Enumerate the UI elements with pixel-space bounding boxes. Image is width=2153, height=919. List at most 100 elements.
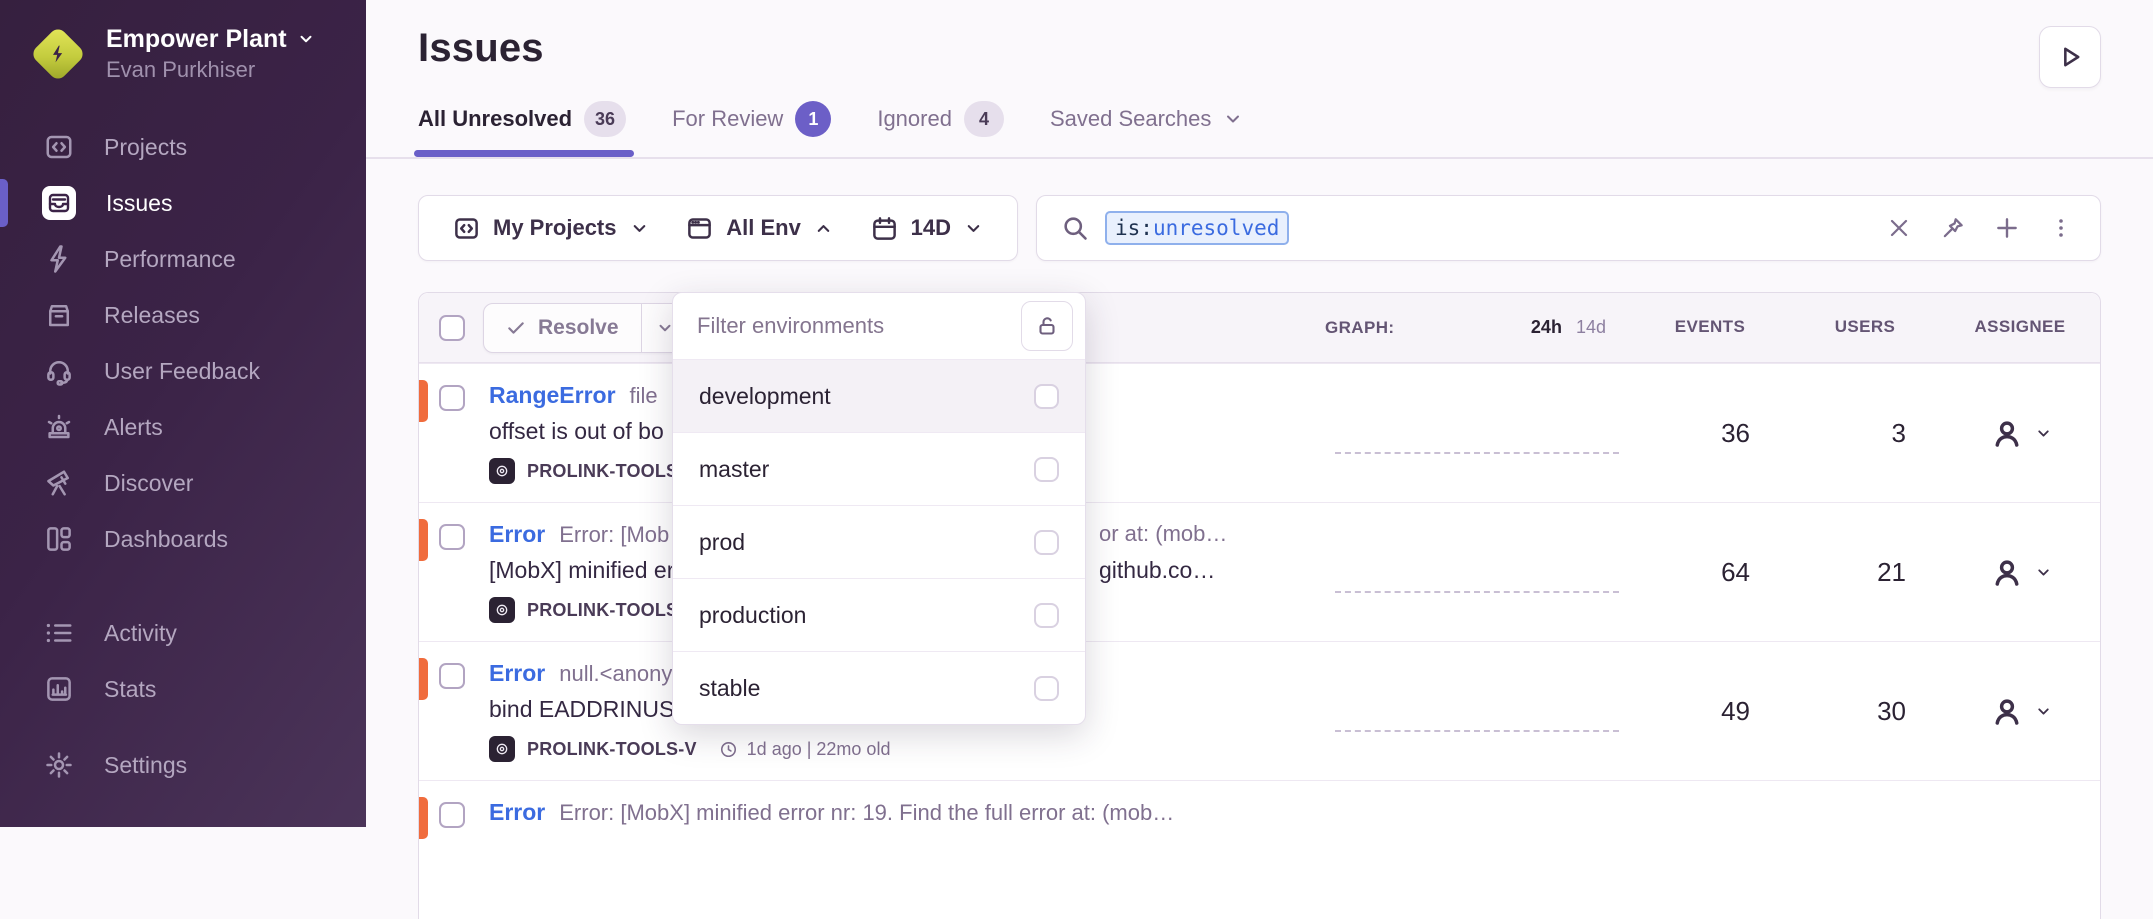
pin-environment-button[interactable] xyxy=(1021,301,1073,351)
search-actions xyxy=(1884,213,2076,243)
environment-filter-input[interactable]: Filter environments xyxy=(697,313,884,339)
environment-filter-value: All Env xyxy=(726,215,801,241)
chevron-down-icon xyxy=(2035,703,2052,720)
sidebar-item-activity[interactable]: Activity xyxy=(0,605,366,661)
issue-culprit: Error: [Mob xyxy=(559,522,669,548)
sidebar-item-projects[interactable]: Projects xyxy=(0,119,366,175)
assignee-selector[interactable] xyxy=(1989,554,2052,590)
date-range-filter[interactable]: 14D xyxy=(871,215,983,242)
project-filter[interactable]: My Projects xyxy=(453,215,649,242)
projects-icon xyxy=(453,215,480,242)
resolve-button[interactable]: Resolve xyxy=(483,303,690,353)
issue-culprit: null.<anony xyxy=(559,661,672,687)
project-avatar xyxy=(489,597,515,623)
events-count: 36 xyxy=(1721,418,1750,449)
sparkline-placeholder xyxy=(1335,591,1619,593)
users-count: 3 xyxy=(1892,418,1906,449)
user-icon xyxy=(1989,554,2025,590)
sidebar-item-stats[interactable]: Stats xyxy=(0,661,366,717)
tab-label: All Unresolved xyxy=(418,106,572,132)
sidebar-item-label: User Feedback xyxy=(104,358,260,385)
env-option-label: production xyxy=(699,602,806,629)
env-option-master[interactable]: master xyxy=(673,432,1085,505)
graph-column-label: GRAPH: xyxy=(1325,318,1394,338)
tab-label: Ignored xyxy=(877,106,952,132)
pin-icon xyxy=(1940,215,1966,241)
issue-title-link[interactable]: Error xyxy=(489,521,545,548)
org-switcher[interactable]: Empower Plant Evan Purkhiser xyxy=(0,0,366,83)
env-checkbox[interactable] xyxy=(1034,530,1059,555)
sidebar-item-label: Stats xyxy=(104,676,156,703)
env-checkbox[interactable] xyxy=(1034,676,1059,701)
chevron-down-icon xyxy=(2035,564,2052,581)
check-icon xyxy=(506,318,526,338)
sidebar-item-dashboards[interactable]: Dashboards xyxy=(0,511,366,567)
tab-saved-searches[interactable]: Saved Searches xyxy=(1050,101,1243,157)
issue-tabs: All Unresolved 36 For Review 1 Ignored 4… xyxy=(418,101,2101,157)
sidebar-item-user-feedback[interactable]: User Feedback xyxy=(0,343,366,399)
issue-search-bar[interactable]: is:unresolved xyxy=(1036,195,2101,261)
sidebar: Empower Plant Evan Purkhiser Projects Is… xyxy=(0,0,366,827)
users-column-label: USERS xyxy=(1835,317,1896,338)
search-options-button[interactable] xyxy=(2046,213,2076,243)
sidebar-item-settings[interactable]: Settings xyxy=(0,737,366,793)
search-icon xyxy=(1061,214,1089,242)
plus-icon xyxy=(1994,215,2020,241)
sidebar-item-label: Projects xyxy=(104,134,187,161)
releases-icon xyxy=(44,300,74,330)
calendar-icon xyxy=(871,215,898,242)
sidebar-item-label: Discover xyxy=(104,470,193,497)
chevron-up-icon xyxy=(814,219,833,238)
alerts-icon xyxy=(44,412,74,442)
sidebar-item-performance[interactable]: Performance xyxy=(0,231,366,287)
search-token-key: is: xyxy=(1115,216,1153,240)
env-checkbox[interactable] xyxy=(1034,457,1059,482)
issue-title-link[interactable]: Error xyxy=(489,799,545,826)
replay-tour-button[interactable] xyxy=(2039,26,2101,88)
lock-open-icon xyxy=(1035,314,1059,338)
sidebar-item-issues[interactable]: Issues xyxy=(0,175,366,231)
tab-label: For Review xyxy=(672,106,783,132)
org-logo xyxy=(30,26,86,82)
clear-search-button[interactable] xyxy=(1884,213,1914,243)
environment-filter[interactable]: All Env xyxy=(686,215,833,242)
graph-24h-toggle[interactable]: 24h xyxy=(1531,317,1562,338)
chevron-down-icon xyxy=(964,219,983,238)
issue-culprit: Error: [MobX] minified error nr: 19. Fin… xyxy=(559,800,1174,826)
env-checkbox[interactable] xyxy=(1034,384,1059,409)
sidebar-item-discover[interactable]: Discover xyxy=(0,455,366,511)
env-option-label: stable xyxy=(699,675,760,702)
select-all-checkbox[interactable] xyxy=(439,315,465,341)
search-token-value: unresolved xyxy=(1153,216,1279,240)
sidebar-item-releases[interactable]: Releases xyxy=(0,287,366,343)
tab-for-review[interactable]: For Review 1 xyxy=(672,101,831,157)
chevron-down-icon xyxy=(1223,109,1243,129)
issue-title-link[interactable]: RangeError xyxy=(489,382,616,409)
assignee-selector[interactable] xyxy=(1989,693,2052,729)
tab-ignored[interactable]: Ignored 4 xyxy=(877,101,1004,157)
env-option-label: master xyxy=(699,456,769,483)
issue-message-fragment: github.co… xyxy=(1099,557,1215,584)
create-saved-search-button[interactable] xyxy=(1992,213,2022,243)
env-option-development[interactable]: development xyxy=(673,359,1085,432)
env-checkbox[interactable] xyxy=(1034,603,1059,628)
pin-search-button[interactable] xyxy=(1938,213,1968,243)
activity-icon xyxy=(44,618,74,648)
sidebar-item-alerts[interactable]: Alerts xyxy=(0,399,366,455)
filter-toolbar: My Projects All Env 14D is:unresolved xyxy=(418,195,2101,261)
user-icon xyxy=(1989,693,2025,729)
tab-all-unresolved[interactable]: All Unresolved 36 xyxy=(418,101,626,157)
sparkline-placeholder xyxy=(1335,730,1619,732)
project-slug[interactable]: PROLINK-TOOLS-V xyxy=(527,739,697,760)
env-option-stable[interactable]: stable xyxy=(673,651,1085,724)
search-token[interactable]: is:unresolved xyxy=(1105,211,1289,245)
env-option-prod[interactable]: prod xyxy=(673,505,1085,578)
issue-title-link[interactable]: Error xyxy=(489,660,545,687)
env-option-production[interactable]: production xyxy=(673,578,1085,651)
graph-14d-toggle[interactable]: 14d xyxy=(1576,317,1606,338)
date-range-value: 14D xyxy=(911,215,951,241)
issue-culprit: file xyxy=(630,383,658,409)
chevron-down-icon xyxy=(630,219,649,238)
assignee-selector[interactable] xyxy=(1989,415,2052,451)
tab-label: Saved Searches xyxy=(1050,106,1211,132)
